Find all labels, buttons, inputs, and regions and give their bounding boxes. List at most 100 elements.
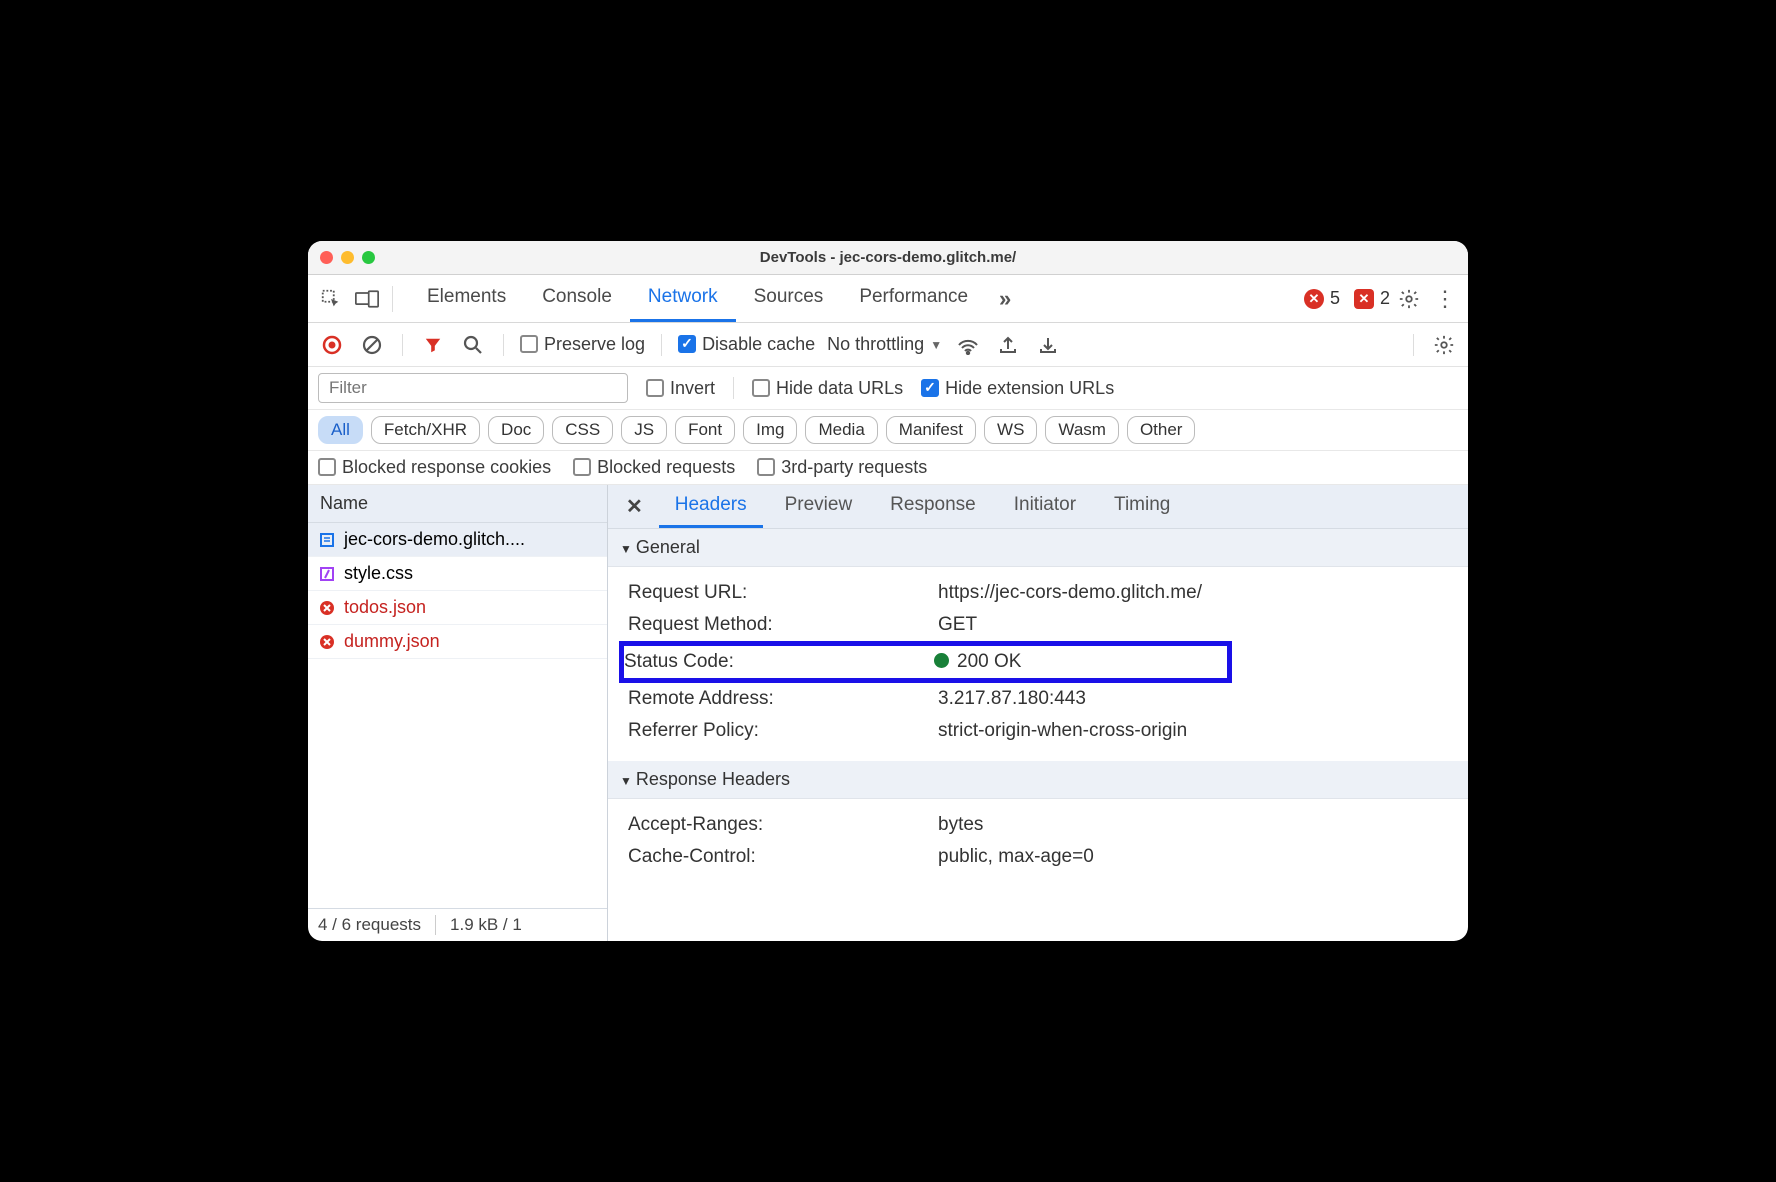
settings-icon[interactable] xyxy=(1392,282,1426,316)
throttling-dropdown[interactable]: No throttling ▼ xyxy=(827,334,942,355)
type-pill-manifest[interactable]: Manifest xyxy=(886,416,976,444)
section-general-title: General xyxy=(636,537,700,557)
disclosure-triangle-icon: ▼ xyxy=(620,542,632,556)
type-pill-font[interactable]: Font xyxy=(675,416,735,444)
kv-row-status-highlighted: Status Code: 200 OK xyxy=(619,641,1232,683)
type-pill-js[interactable]: JS xyxy=(621,416,667,444)
preserve-log-checkbox[interactable]: Preserve log xyxy=(520,334,645,355)
blocked-cookies-checkbox[interactable]: Blocked response cookies xyxy=(318,457,551,478)
kv-value: bytes xyxy=(938,814,1452,836)
kv-key: Referrer Policy: xyxy=(628,720,938,742)
footer-transfer: 1.9 kB / 1 xyxy=(450,915,522,935)
blocked-requests-checkbox[interactable]: Blocked requests xyxy=(573,457,735,478)
filter-row: Invert Hide data URLs Hide extension URL… xyxy=(308,367,1468,410)
section-general-header[interactable]: ▼ General xyxy=(608,529,1468,567)
request-row[interactable]: dummy.json xyxy=(308,625,607,659)
kv-row: Request Method: GET xyxy=(628,609,1452,641)
request-row[interactable]: style.css xyxy=(308,557,607,591)
tab-network[interactable]: Network xyxy=(630,275,736,322)
kv-row: Remote Address: 3.217.87.180:443 xyxy=(628,683,1452,715)
network-split: Name jec-cors-demo.glitch.... style.css … xyxy=(308,485,1468,941)
type-pill-css[interactable]: CSS xyxy=(552,416,613,444)
type-pill-other[interactable]: Other xyxy=(1127,416,1196,444)
tab-sources[interactable]: Sources xyxy=(736,275,842,322)
separator xyxy=(435,915,436,935)
kv-key: Request URL: xyxy=(628,582,938,604)
filter-toggle-icon[interactable] xyxy=(419,331,447,359)
issue-count: 2 xyxy=(1380,288,1390,309)
device-toggle-icon[interactable] xyxy=(350,282,384,316)
clear-button[interactable] xyxy=(358,331,386,359)
export-har-icon[interactable] xyxy=(994,331,1022,359)
third-party-checkbox[interactable]: 3rd-party requests xyxy=(757,457,927,478)
detail-tab-initiator[interactable]: Initiator xyxy=(998,485,1092,528)
type-pill-wasm[interactable]: Wasm xyxy=(1045,416,1119,444)
throttling-label: No throttling xyxy=(827,334,924,355)
hide-data-label: Hide data URLs xyxy=(776,378,903,398)
error-count-badge[interactable]: ✕ 5 xyxy=(1304,288,1340,309)
error-count: 5 xyxy=(1330,288,1340,309)
tab-console[interactable]: Console xyxy=(524,275,630,322)
main-tab-bar: Elements Console Network Sources Perform… xyxy=(308,275,1468,323)
detail-tab-headers[interactable]: Headers xyxy=(659,485,763,528)
blocked-req-label: Blocked requests xyxy=(597,457,735,477)
type-pill-ws[interactable]: WS xyxy=(984,416,1037,444)
devtools-window: DevTools - jec-cors-demo.glitch.me/ Elem… xyxy=(308,241,1468,941)
request-row[interactable]: todos.json xyxy=(308,591,607,625)
kv-row: Request URL: https://jec-cors-demo.glitc… xyxy=(628,577,1452,609)
detail-tab-preview[interactable]: Preview xyxy=(769,485,869,528)
type-pill-all[interactable]: All xyxy=(318,416,363,444)
kv-value: public, max-age=0 xyxy=(938,846,1452,868)
tab-elements[interactable]: Elements xyxy=(409,275,524,322)
type-filter-row: All Fetch/XHR Doc CSS JS Font Img Media … xyxy=(308,410,1468,451)
request-name: dummy.json xyxy=(344,631,440,652)
detail-tab-bar: ✕ Headers Preview Response Initiator Tim… xyxy=(608,485,1468,529)
close-detail-button[interactable]: ✕ xyxy=(616,494,653,519)
section-response-headers-header[interactable]: ▼Response Headers xyxy=(608,761,1468,799)
record-button[interactable] xyxy=(318,331,346,359)
type-pill-media[interactable]: Media xyxy=(805,416,877,444)
hide-data-urls-checkbox[interactable]: Hide data URLs xyxy=(752,378,903,399)
error-icon xyxy=(318,633,336,651)
section-response-headers: Accept-Ranges: bytes Cache-Control: publ… xyxy=(608,799,1468,887)
request-row[interactable]: jec-cors-demo.glitch.... xyxy=(308,523,607,557)
type-pill-doc[interactable]: Doc xyxy=(488,416,544,444)
disable-cache-checkbox[interactable]: Disable cache xyxy=(678,334,815,355)
network-conditions-icon[interactable] xyxy=(954,331,982,359)
search-icon[interactable] xyxy=(459,331,487,359)
kebab-menu-icon[interactable]: ⋮ xyxy=(1428,282,1462,316)
type-pill-img[interactable]: Img xyxy=(743,416,797,444)
detail-tab-timing[interactable]: Timing xyxy=(1098,485,1186,528)
request-detail: ✕ Headers Preview Response Initiator Tim… xyxy=(608,485,1468,941)
kv-key: Cache-Control: xyxy=(628,846,938,868)
main-tabs: Elements Console Network Sources Perform… xyxy=(409,275,986,322)
request-name: style.css xyxy=(344,563,413,584)
network-settings-icon[interactable] xyxy=(1430,331,1458,359)
type-pill-fetchxhr[interactable]: Fetch/XHR xyxy=(371,416,480,444)
kv-value: 3.217.87.180:443 xyxy=(938,688,1452,710)
third-party-label: 3rd-party requests xyxy=(781,457,927,477)
issue-count-badge[interactable]: ✕ 2 xyxy=(1354,288,1390,309)
kv-row: Cache-Control: public, max-age=0 xyxy=(628,841,1452,873)
separator xyxy=(1413,334,1414,356)
request-list: Name jec-cors-demo.glitch.... style.css … xyxy=(308,485,608,941)
detail-tab-response[interactable]: Response xyxy=(874,485,992,528)
hide-extension-urls-checkbox[interactable]: Hide extension URLs xyxy=(921,378,1114,399)
error-icon xyxy=(318,599,336,617)
network-toolbar: Preserve log Disable cache No throttling… xyxy=(308,323,1468,367)
kv-value: 200 OK xyxy=(934,651,1227,673)
kv-value: https://jec-cors-demo.glitch.me/ xyxy=(938,582,1452,604)
kv-key: Accept-Ranges: xyxy=(628,814,938,836)
kv-row: Accept-Ranges: bytes xyxy=(628,809,1452,841)
error-icon: ✕ xyxy=(1304,289,1324,309)
kv-value: strict-origin-when-cross-origin xyxy=(938,720,1452,742)
filter-input[interactable] xyxy=(318,373,628,403)
import-har-icon[interactable] xyxy=(1034,331,1062,359)
request-name: jec-cors-demo.glitch.... xyxy=(344,529,525,550)
invert-checkbox[interactable]: Invert xyxy=(646,378,715,399)
tab-performance[interactable]: Performance xyxy=(841,275,986,322)
more-tabs-icon[interactable]: » xyxy=(988,282,1022,316)
inspect-element-icon[interactable] xyxy=(314,282,348,316)
disable-cache-label: Disable cache xyxy=(702,334,815,354)
issue-icon: ✕ xyxy=(1354,289,1374,309)
